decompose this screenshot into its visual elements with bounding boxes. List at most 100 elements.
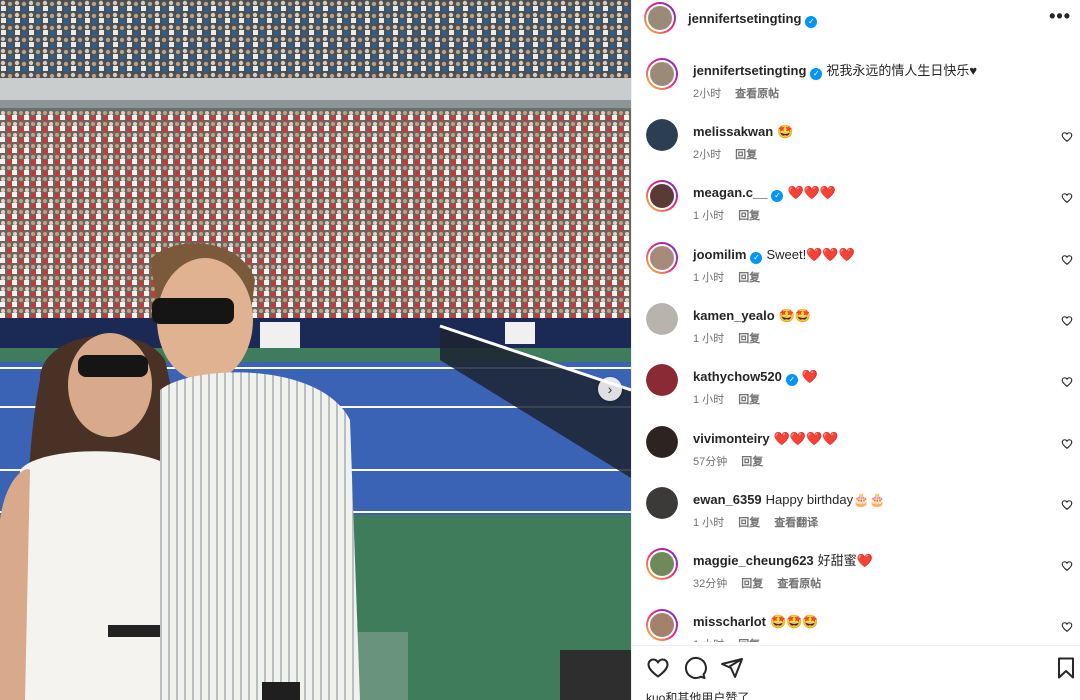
post-photo[interactable]: ›	[0, 0, 631, 700]
avatar[interactable]	[646, 242, 678, 274]
comment-body: ❤️	[801, 369, 819, 385]
comment-like-heart-icon[interactable]	[1061, 560, 1073, 572]
heart-outline-icon[interactable]	[646, 656, 670, 680]
comment-time: 1 小时	[693, 332, 725, 345]
reply-link[interactable]: 回复	[738, 517, 760, 529]
next-photo-button[interactable]: ›	[598, 377, 622, 401]
avatar[interactable]	[646, 302, 678, 335]
comment-extra-link[interactable]: 查看翻译	[774, 517, 818, 529]
caption-text: jennifertsetingting ✓ 祝我永远的情人生日快乐♥	[693, 63, 977, 80]
comments-list: jennifertsetingting ✓ 祝我永远的情人生日快乐♥ 2小时 查看原帖…	[632, 50, 1080, 642]
reply-link[interactable]: 回复	[738, 333, 760, 345]
comment-like-heart-icon[interactable]	[1061, 315, 1073, 327]
comment-meta: 1 小时 回复	[693, 207, 774, 223]
comment-like-heart-icon[interactable]	[1061, 376, 1073, 388]
reply-link[interactable]: 回复	[741, 578, 763, 590]
comment-meta: 57分钟 回复	[693, 453, 777, 469]
comment-text: ewan_6359 Happy birthday🎂🎂	[693, 492, 885, 508]
comment-time: 2小时	[693, 149, 722, 161]
comment-like-heart-icon[interactable]	[1061, 438, 1073, 450]
post-side-panel: jennifertsetingting ✓ ••• jennifertseting…	[631, 0, 1080, 700]
comment-body: ❤️❤️❤️	[787, 185, 836, 201]
author-username[interactable]: jennifertsetingting	[688, 11, 801, 26]
comment-text: kathychow520 ✓ ❤️	[693, 369, 819, 387]
verified-badge-icon: ✓	[805, 15, 818, 28]
caption-row: jennifertsetingting ✓ 祝我永远的情人生日快乐♥ 2小时 查看原帖	[632, 58, 1080, 114]
reply-link[interactable]: 回复	[735, 149, 757, 161]
caption-time: 2小时	[693, 88, 722, 100]
comment-username[interactable]: joomilim	[693, 247, 746, 262]
comment-text: vivimonteiry ❤️❤️❤️❤️	[693, 431, 838, 447]
comment-like-heart-icon[interactable]	[1061, 131, 1073, 143]
comment-text: meagan.c__ ✓ ❤️❤️❤️	[693, 185, 836, 203]
avatar[interactable]	[646, 486, 678, 519]
comment-row: vivimonteiry ❤️❤️❤️❤️ 57分钟 回复	[632, 425, 1080, 482]
more-options-icon[interactable]: •••	[1049, 6, 1071, 27]
caption-username[interactable]: jennifertsetingting	[693, 63, 806, 78]
avatar[interactable]	[646, 180, 678, 212]
comment-body: 🤩🤩🤩	[769, 614, 819, 630]
comment-bubble-icon[interactable]	[683, 656, 707, 680]
comment-meta: 1 小时 回复 查看翻译	[693, 514, 832, 530]
comment-row: kamen_yealo 🤩🤩 1 小时 回复	[632, 302, 1080, 359]
comment-like-heart-icon[interactable]	[1061, 499, 1073, 511]
comment-username[interactable]: kathychow520	[693, 369, 782, 384]
verified-badge-icon: ✓	[771, 190, 784, 203]
comment-meta: 32分钟 回复 查看原帖	[693, 575, 835, 591]
reply-link[interactable]: 回复	[738, 394, 760, 406]
comment-username[interactable]: misscharlot	[693, 614, 766, 629]
verified-badge-icon: ✓	[785, 374, 798, 387]
comment-time: 57分钟	[693, 455, 728, 468]
comment-body: Sweet!❤️❤️❤️	[766, 246, 855, 262]
comment-like-heart-icon[interactable]	[1061, 621, 1073, 633]
comment-username[interactable]: kamen_yealo	[693, 308, 775, 323]
caption-meta: 2小时 查看原帖	[693, 85, 793, 101]
comment-text: maggie_cheung623 好甜蜜❤️	[693, 553, 873, 569]
comment-username[interactable]: melissakwan	[693, 124, 773, 139]
comment-body: ❤️❤️❤️❤️	[773, 430, 839, 446]
avatar[interactable]	[646, 609, 678, 641]
comment-like-heart-icon[interactable]	[1061, 192, 1073, 204]
comment-time: 32分钟	[693, 578, 728, 591]
likes-summary[interactable]: kuo和其他用户赞了	[646, 689, 749, 700]
reply-link[interactable]: 回复	[738, 210, 760, 222]
comment-username[interactable]: maggie_cheung623	[693, 553, 814, 568]
comment-username[interactable]: vivimonteiry	[693, 431, 770, 446]
action-bar	[632, 645, 1080, 689]
bookmark-icon[interactable]	[1054, 656, 1078, 680]
comment-row: maggie_cheung623 好甜蜜❤️ 32分钟 回复 查看原帖	[632, 548, 1080, 604]
comment-row: meagan.c__ ✓ ❤️❤️❤️ 1 小时 回复	[632, 180, 1080, 236]
avatar[interactable]	[646, 58, 678, 90]
paper-plane-icon[interactable]	[720, 656, 744, 680]
avatar[interactable]	[646, 364, 678, 397]
avatar[interactable]	[646, 425, 678, 458]
caption-view-original[interactable]: 查看原帖	[735, 88, 779, 100]
verified-badge-icon: ✓	[750, 251, 763, 264]
avatar[interactable]	[646, 548, 678, 580]
comment-time: 1 小时	[693, 271, 725, 284]
avatar[interactable]	[646, 119, 678, 151]
comment-body: 好甜蜜❤️	[817, 553, 873, 569]
author-avatar[interactable]	[644, 2, 676, 34]
comment-time: 1 小时	[693, 516, 725, 529]
comment-username[interactable]: ewan_6359	[693, 492, 762, 507]
reply-link[interactable]: 回复	[741, 456, 763, 468]
comment-row: melissakwan 🤩 2小时 回复	[632, 119, 1080, 175]
comment-body: 🤩	[777, 124, 794, 139]
reply-link[interactable]: 回复	[738, 639, 760, 642]
comment-like-heart-icon[interactable]	[1061, 254, 1073, 266]
comment-meta: 1 小时 回复	[693, 636, 774, 642]
comment-time: 1 小时	[693, 210, 725, 223]
post-header: jennifertsetingting ✓ •••	[632, 0, 1080, 38]
comment-extra-link[interactable]: 查看原帖	[777, 578, 821, 590]
comment-meta: 1 小时 回复	[693, 391, 774, 407]
author-name-wrap: jennifertsetingting ✓	[688, 10, 818, 28]
comment-text: melissakwan 🤩	[693, 124, 793, 140]
comment-text: joomilim ✓ Sweet!❤️❤️❤️	[693, 247, 855, 264]
comment-text: misscharlot 🤩🤩🤩	[693, 614, 819, 630]
verified-badge-icon: ✓	[810, 68, 823, 80]
comment-body: Happy birthday🎂🎂	[765, 491, 886, 507]
comment-username[interactable]: meagan.c__	[693, 185, 767, 200]
comment-meta: 2小时 回复	[693, 146, 771, 162]
reply-link[interactable]: 回复	[738, 272, 760, 284]
